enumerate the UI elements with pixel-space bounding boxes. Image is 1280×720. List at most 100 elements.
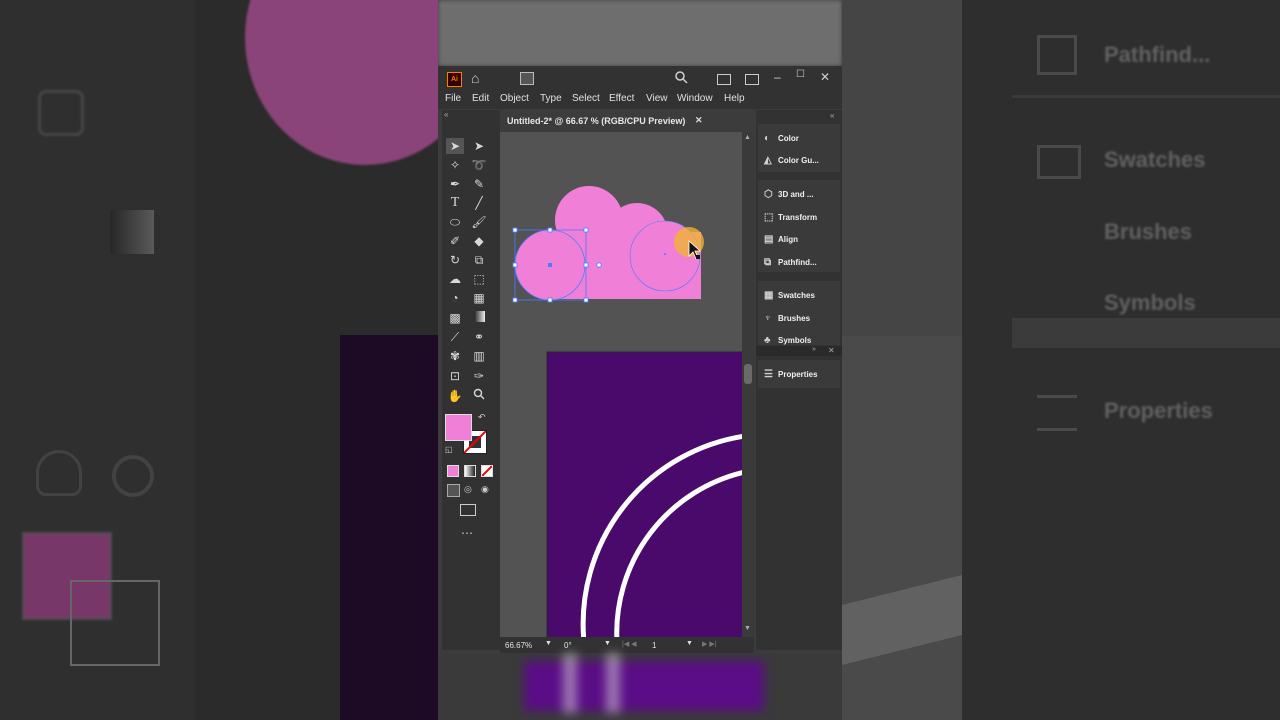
paintbrush-tool-icon[interactable]: 🖌	[470, 214, 488, 230]
swap-fill-stroke-icon[interactable]: ↶	[478, 412, 486, 423]
artboard-tool-icon[interactable]: ⊡	[446, 368, 464, 384]
pen-tool-icon[interactable]: ✒	[446, 176, 464, 192]
vertical-scrollbar[interactable]: ▲ ▼	[742, 132, 754, 637]
cloud-artwork	[515, 186, 701, 300]
draw-behind-icon[interactable]: ◎	[464, 484, 472, 495]
screen-mode-icon[interactable]	[745, 74, 759, 85]
symbol-sprayer-tool-icon[interactable]: ✾	[446, 348, 464, 364]
panel-pathfinder[interactable]: ⧉ Pathfind...	[764, 254, 817, 272]
eraser-tool-icon[interactable]: ◆	[470, 233, 488, 249]
menu-type[interactable]: Type	[540, 93, 562, 104]
collapse-panels-icon[interactable]: «	[830, 111, 834, 120]
tools-panel: « ➤ ➤ ✧ ➰ ✒ ✎ T ╱ ⬭ 🖌 ✐ ◆ ↻ ⧉ ☁ ⬚ ◔ ▦ ▩ …	[442, 110, 500, 650]
close-window-icon[interactable]: ✕	[820, 70, 830, 84]
canvas[interactable]	[500, 132, 742, 637]
menu-select[interactable]: Select	[572, 93, 600, 104]
change-screen-mode-icon[interactable]	[460, 504, 476, 516]
draw-inside-icon[interactable]: ◉	[481, 484, 489, 495]
menu-window[interactable]: Window	[677, 93, 713, 104]
type-tool-icon[interactable]: T	[446, 195, 464, 211]
zoom-dropdown-icon[interactable]: ▼	[545, 640, 552, 647]
shaper-tool-icon[interactable]: ✐	[446, 233, 464, 249]
ellipse-tool-icon[interactable]: ⬭	[446, 214, 464, 230]
blend-tool-icon[interactable]: ⚭	[470, 329, 488, 345]
panel-pathfinder-label: Pathfind...	[778, 258, 817, 267]
rotation-value[interactable]: 0°	[564, 641, 572, 650]
menu-bar: File Edit Object Type Select Effect View…	[438, 90, 842, 109]
menu-file[interactable]: File	[445, 93, 461, 104]
search-icon[interactable]	[675, 71, 688, 89]
shape-builder-tool-icon[interactable]: ◔	[446, 290, 464, 306]
artboard-number[interactable]: 1	[652, 641, 656, 650]
free-transform-tool-icon[interactable]: ⬚	[470, 271, 488, 287]
arrange-documents-icon[interactable]	[520, 72, 534, 85]
brushes-icon: ♆	[764, 313, 772, 324]
3d-icon: ⬡	[764, 189, 773, 200]
gradient-tool-icon[interactable]	[470, 310, 488, 326]
panel-brushes-label: Brushes	[778, 314, 811, 323]
panel-color-guide-label: Color Gu...	[778, 156, 819, 165]
magic-wand-tool-icon[interactable]: ✧	[446, 157, 464, 173]
gradient-mode-icon[interactable]	[464, 465, 476, 477]
menu-view[interactable]: View	[646, 93, 668, 104]
collapse-toolbar-icon[interactable]: «	[444, 110, 448, 119]
color-mode-icon[interactable]	[447, 465, 459, 477]
menu-effect[interactable]: Effect	[609, 93, 634, 104]
panel-swatches[interactable]: ▦ Swatches	[764, 287, 815, 305]
slice-tool-icon[interactable]: ✑	[470, 368, 488, 384]
menu-object[interactable]: Object	[500, 93, 529, 104]
draw-normal-icon[interactable]	[447, 484, 460, 497]
rotation-dropdown-icon[interactable]: ▼	[604, 640, 611, 647]
lasso-tool-icon[interactable]: ➰	[470, 157, 488, 173]
bottom-blur-strip	[438, 653, 842, 720]
hand-tool-icon[interactable]: ✋	[446, 388, 464, 404]
panel-color-guide[interactable]: ◭ Color Gu...	[764, 152, 819, 170]
panel-properties-label: Properties	[778, 370, 818, 379]
none-mode-icon[interactable]	[481, 465, 493, 477]
eyedropper-tool-icon[interactable]: ⟋	[446, 329, 464, 345]
expand-panels-icon[interactable]: »	[812, 346, 816, 353]
panel-align[interactable]: ▤ Align	[764, 231, 798, 249]
zoom-level[interactable]: 66.67%	[505, 641, 532, 650]
default-fill-stroke-icon[interactable]: ◱	[445, 445, 453, 454]
scrollbar-thumb[interactable]	[744, 364, 752, 384]
edit-toolbar-icon[interactable]: ⋯	[461, 526, 473, 540]
direct-selection-tool-icon[interactable]: ➤	[470, 138, 488, 154]
close-panel-group-icon[interactable]: ✕	[828, 346, 835, 355]
menu-edit[interactable]: Edit	[472, 93, 489, 104]
document-tab[interactable]: Untitled-2* @ 66.67 % (RGB/CPU Preview) …	[500, 110, 742, 132]
panel-properties[interactable]: ☰ Properties	[764, 366, 818, 384]
first-artboard-icon[interactable]: |◀ ◀	[622, 640, 637, 648]
curvature-tool-icon[interactable]: ✎	[470, 176, 488, 192]
panel-brushes[interactable]: ♆ Brushes	[764, 310, 810, 328]
selection-tool-icon[interactable]: ➤	[446, 138, 464, 154]
warp-tool-icon[interactable]: ☁	[446, 271, 464, 287]
panel-transform[interactable]: ⬚ Transform	[764, 209, 817, 227]
bg-label-swatches: Swatches	[1104, 147, 1206, 172]
column-graph-tool-icon[interactable]: ▥	[470, 348, 488, 364]
artboard-dropdown-icon[interactable]: ▼	[686, 640, 693, 647]
bg-label-symbols: Symbols	[1104, 290, 1196, 315]
properties-icon: ☰	[764, 369, 773, 380]
zoom-tool-icon[interactable]	[470, 388, 488, 404]
panel-color[interactable]: ◐ Color	[764, 130, 799, 148]
workspace-switcher-icon[interactable]	[717, 74, 731, 85]
panel-3d[interactable]: ⬡ 3D and ...	[764, 186, 814, 204]
next-artboard-icon[interactable]: ▶ ▶|	[702, 640, 717, 648]
scroll-down-icon[interactable]: ▼	[744, 625, 751, 632]
panel-3d-label: 3D and ...	[778, 190, 814, 199]
fill-swatch[interactable]	[445, 414, 472, 441]
maximize-icon[interactable]: ☐	[796, 69, 805, 80]
scroll-up-icon[interactable]: ▲	[744, 134, 751, 141]
line-tool-icon[interactable]: ╱	[470, 195, 488, 211]
close-document-icon[interactable]: ✕	[695, 115, 703, 126]
scale-tool-icon[interactable]: ⧉	[470, 252, 488, 268]
mesh-tool-icon[interactable]: ▩	[446, 310, 464, 326]
rotate-tool-icon[interactable]: ↻	[446, 252, 464, 268]
minimize-icon[interactable]: –	[774, 70, 781, 84]
home-icon[interactable]: ⌂	[471, 70, 479, 86]
menu-help[interactable]: Help	[724, 93, 745, 104]
illustrator-window: Ai ⌂ – ☐ ✕ File Edit Object Type Select …	[438, 0, 842, 720]
perspective-grid-tool-icon[interactable]: ▦	[470, 290, 488, 306]
ai-logo: Ai	[447, 72, 462, 87]
